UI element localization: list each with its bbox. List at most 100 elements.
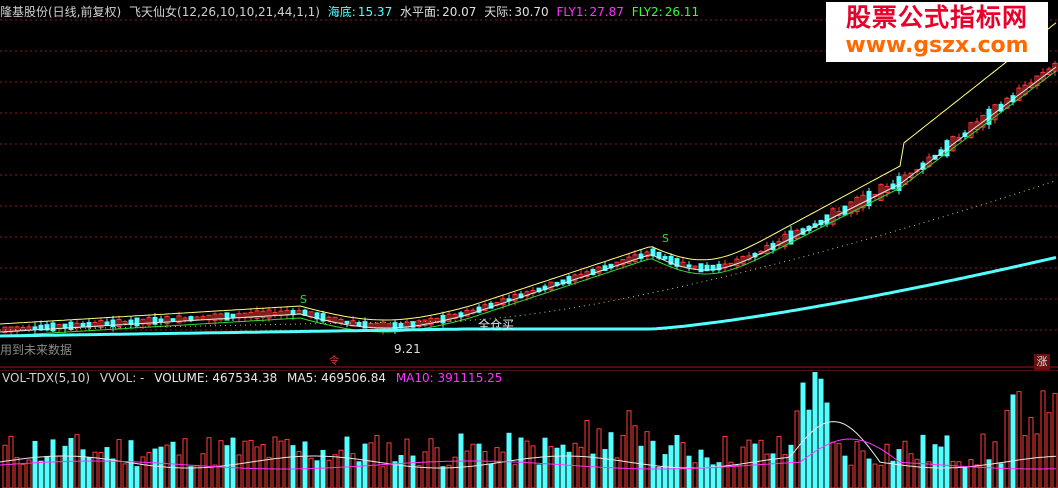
- volume-bar: [872, 463, 878, 488]
- volume-bar: [692, 462, 698, 488]
- volume-bar: [176, 454, 182, 488]
- volume-bar: [644, 431, 650, 488]
- volume-bar: [578, 446, 584, 488]
- volume-bar: [884, 443, 890, 488]
- volume-bar: [284, 438, 290, 488]
- volume-bar: [710, 464, 716, 488]
- volume-bar: [1028, 416, 1034, 488]
- chart-header: 隆基股份(日线,前复权) 飞天仙女(12,26,10,10,21,44,1,1)…: [0, 3, 703, 20]
- volume-bar: [386, 442, 392, 488]
- s-marker: S: [300, 293, 307, 306]
- volume-bar: [242, 440, 248, 488]
- fly1-label: FLY1:: [556, 5, 588, 19]
- volume-bar: [530, 445, 536, 488]
- volume-chart[interactable]: [0, 370, 1058, 488]
- volume-bar: [962, 466, 968, 488]
- candle-body: [566, 276, 572, 284]
- volume-bar: [902, 440, 908, 488]
- volume-bar: [548, 446, 554, 488]
- volume-bar: [944, 435, 950, 488]
- volume-bar: [254, 446, 260, 488]
- volume-bar: [704, 457, 710, 488]
- horizon-dotted-line: [0, 180, 1057, 331]
- volume-bar: [782, 454, 788, 488]
- volume-bar: [500, 451, 506, 488]
- candle-body: [68, 321, 74, 331]
- volume-bar: [122, 463, 128, 488]
- volume-bar: [974, 464, 980, 488]
- volume-bar: [656, 467, 662, 488]
- volume-bar: [788, 444, 794, 488]
- tianji-label: 天际:: [484, 5, 513, 19]
- volume-bar: [836, 443, 842, 488]
- volume-bar: [980, 433, 986, 488]
- watermark-title: 股票公式指标网: [845, 3, 1028, 32]
- volume-bar: [482, 451, 488, 488]
- tianji-value: 30.70: [514, 5, 549, 19]
- volume-bar: [764, 453, 770, 488]
- volume-bar: [206, 437, 212, 488]
- volume-bar: [128, 440, 134, 488]
- site-watermark: 股票公式指标网 www.gszx.com: [826, 2, 1048, 62]
- volume-bar: [380, 466, 386, 488]
- volume-bar: [38, 460, 44, 488]
- volume-bar: [218, 440, 224, 488]
- upper-band-line: [0, 22, 1057, 325]
- volume-bar: [584, 419, 590, 488]
- volume-bar: [1052, 392, 1058, 488]
- volume-bar: [44, 456, 50, 488]
- volume-bar: [110, 458, 116, 488]
- volume-bar: [194, 465, 200, 488]
- volume-bar: [62, 445, 68, 488]
- volume-bar: [830, 441, 836, 488]
- volume-bar: [878, 464, 884, 488]
- volume-bar: [20, 463, 26, 488]
- volume-bar: [1010, 394, 1016, 488]
- haidi-value: 15.37: [357, 5, 393, 19]
- volume-bar: [26, 459, 32, 488]
- volume-bar: [866, 458, 872, 488]
- volume-bar: [248, 439, 254, 488]
- watermark-url: www.gszx.com: [845, 33, 1029, 58]
- volume-bar: [752, 443, 758, 488]
- volume-bar: [134, 466, 140, 488]
- haidi-label: 海底:: [327, 5, 356, 19]
- volume-bar: [968, 459, 974, 488]
- volume-bar: [734, 464, 740, 488]
- stock-name: 隆基股份(日线,前复权): [0, 5, 122, 19]
- volume-bar: [314, 460, 320, 488]
- volume-bar: [422, 451, 428, 488]
- ma5-value: MA5: 469506.84: [287, 371, 386, 385]
- volume-bar: [590, 453, 596, 488]
- volume-bar: [236, 454, 242, 488]
- vvol-value: VVOL: -: [99, 371, 145, 385]
- volume-bar: [626, 410, 632, 488]
- volume-bar: [344, 436, 350, 488]
- volume-bar: [50, 439, 56, 488]
- volume-bar: [152, 448, 158, 488]
- volume-bar: [674, 434, 680, 488]
- volume-bar: [818, 378, 824, 488]
- volume-bar: [860, 450, 866, 488]
- volume-bar: [326, 459, 332, 488]
- volume-bar: [536, 464, 542, 488]
- volume-bar: [518, 437, 524, 488]
- volume-bar: [650, 440, 656, 488]
- shuipingmian-label: 水平面:: [400, 5, 441, 19]
- volume-bar: [140, 456, 146, 488]
- volume-bar: [608, 432, 614, 488]
- volume-bar: [158, 446, 164, 488]
- volume-bar: [890, 460, 896, 488]
- candle-body: [158, 318, 164, 323]
- volume-bar: [14, 457, 20, 488]
- volume-bar: [8, 435, 14, 488]
- volume-bar: [182, 438, 188, 488]
- candle-body: [50, 322, 56, 332]
- volume-bar: [806, 409, 812, 488]
- s-marker-2: S: [662, 232, 669, 245]
- down-marker: 令: [329, 356, 339, 367]
- buy-signal-label: 全仓买: [478, 318, 515, 332]
- candle-body: [662, 256, 668, 260]
- rise-badge[interactable]: 涨: [1034, 354, 1050, 370]
- volume-bar: [512, 464, 518, 488]
